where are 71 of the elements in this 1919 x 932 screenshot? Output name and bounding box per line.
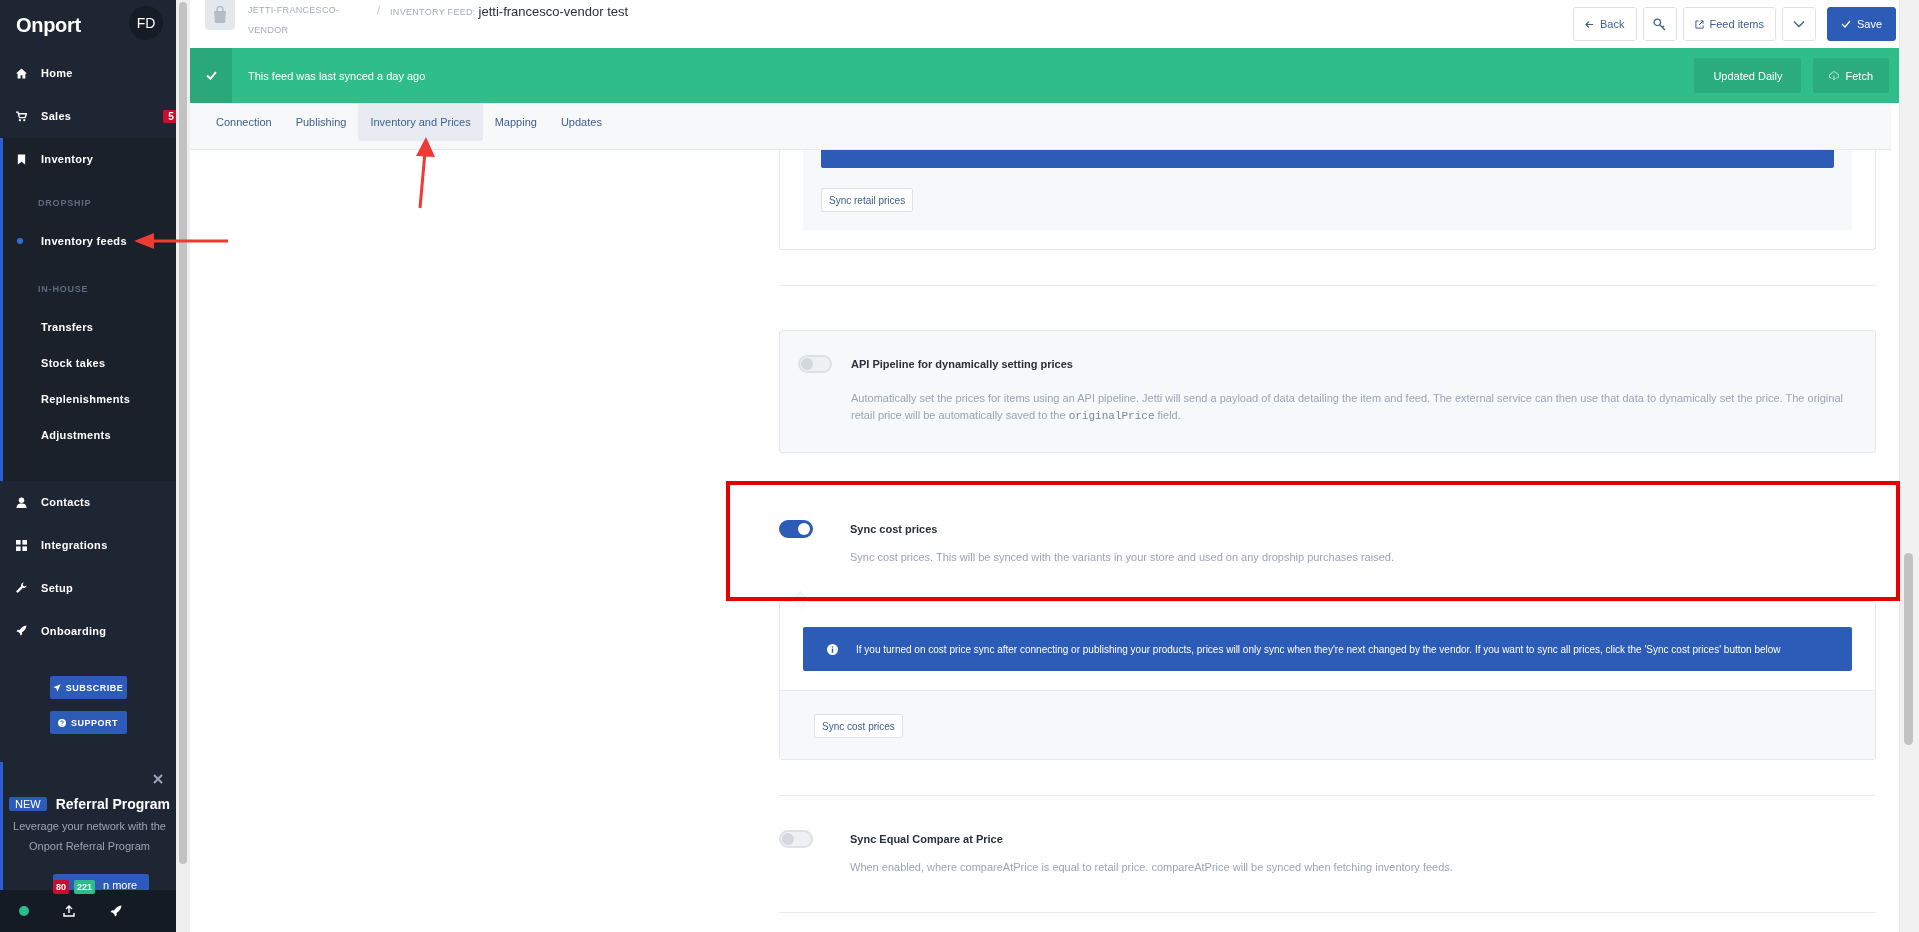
external-link-icon [1694, 19, 1704, 29]
scrollbar-thumb[interactable] [1904, 553, 1913, 745]
nav-subitem[interactable]: Transfers [3, 308, 176, 345]
nav-subitem[interactable]: Inventory feeds [3, 222, 176, 259]
nav-item[interactable]: Onboarding [0, 609, 176, 653]
icon-button[interactable] [1642, 7, 1677, 41]
sync-button[interactable]: Sync cost prices [814, 714, 903, 738]
key-icon [1653, 17, 1666, 31]
logo[interactable]: Onport [16, 14, 81, 38]
count-badge: 5 [163, 109, 176, 123]
sync-button[interactable]: Sync retail prices [821, 188, 914, 212]
save-button[interactable]: Save [1826, 7, 1896, 41]
active-dot [17, 237, 23, 244]
tab[interactable]: Inventory and Prices [358, 103, 483, 141]
toggle-switch[interactable] [779, 520, 813, 538]
rocket-icon[interactable] [110, 905, 122, 918]
page-title: jetti-francesco-vendor test [478, 4, 629, 19]
close-icon[interactable] [153, 774, 163, 785]
cloud-download-icon [1829, 71, 1840, 80]
nav-item[interactable]: Setup [0, 566, 176, 610]
scrollbar-thumb[interactable] [179, 2, 187, 864]
tab[interactable]: Publishing [283, 103, 359, 141]
setting-description: Sync cost prices. This will be synced with the variants in your store and used on any dropship purchases raised. [850, 550, 1395, 565]
referral-title: Referral Program [55, 796, 171, 813]
bookmark-icon [16, 153, 27, 165]
setting-description: Automatically set the prices for items using an API pipeline. Jetti will send a payload of data detailing the item and feed. The external service can then use that data to dynamically set the price. The original retail price will be automatically saved to the originalPrice field. [851, 391, 1844, 424]
count-badge: 80 [53, 880, 69, 895]
nav-item[interactable]: Integrations [0, 523, 176, 567]
cart-icon [16, 110, 27, 122]
setting-title: API Pipeline for dynamically setting prices [851, 357, 1074, 371]
question-icon [58, 718, 66, 727]
setting-title: Sync cost prices [850, 522, 939, 536]
check-icon [205, 71, 217, 80]
referral-text: Leverage your network with the Onport Referral Program [12, 819, 167, 855]
toolbar-button[interactable]: Feed items [1682, 7, 1776, 41]
sidebar-button[interactable]: SUBSCRIBE [49, 676, 127, 700]
avatar[interactable]: FD [129, 5, 163, 40]
status-dot [19, 906, 29, 917]
chevron-down-icon [1792, 20, 1805, 28]
nav-item[interactable]: Inventory [3, 137, 176, 181]
tab[interactable]: Mapping [482, 103, 549, 141]
section-heading: IN-HOUSE [37, 282, 90, 296]
tab[interactable]: Connection [204, 103, 284, 141]
tab[interactable]: Updates [548, 103, 614, 141]
nav-subitem[interactable]: Adjustments [3, 416, 176, 453]
banner-message: This feed was last synced a day ago [248, 69, 426, 82]
rocket-icon [16, 625, 27, 637]
upload-icon[interactable] [63, 905, 75, 918]
count-badge: 221 [74, 880, 96, 895]
check-icon [1840, 20, 1851, 28]
wrench-icon [16, 582, 27, 594]
arrow-left-icon [1585, 19, 1595, 29]
setting-description: When enabled, where compareAtPrice is equal to retail price. compareAtPrice will be synced when fetching inventory feeds. [850, 860, 1454, 875]
nav-subitem[interactable]: Replenishments [3, 380, 176, 417]
shopping-bag-icon [212, 6, 228, 24]
toolbar-button[interactable]: Back [1573, 7, 1637, 41]
section-heading: DROPSHIP [37, 196, 93, 210]
info-banner: If you turned on cost price sync after connecting or publishing your products, prices will only sync when they're next changed by the vendor. If you want to sync all prices, click the 'Sync cost prices' button below [803, 627, 1852, 671]
page-label: INVENTORY FEED: [390, 7, 476, 17]
house-icon [16, 67, 27, 79]
nav-subitem[interactable]: Stock takes [3, 344, 176, 381]
grid-icon [16, 539, 27, 551]
new-badge: NEW [8, 797, 47, 812]
setting-title: Sync Equal Compare at Price [850, 832, 1004, 846]
person-icon [16, 496, 27, 508]
sidebar-button[interactable]: SUPPORT [49, 711, 127, 735]
nav-item[interactable]: Contacts [0, 480, 176, 524]
breadcrumb-separator: / [377, 4, 381, 16]
info-icon [827, 643, 838, 655]
paper-plane-icon [52, 683, 61, 692]
nav-item[interactable]: Home [0, 51, 176, 95]
